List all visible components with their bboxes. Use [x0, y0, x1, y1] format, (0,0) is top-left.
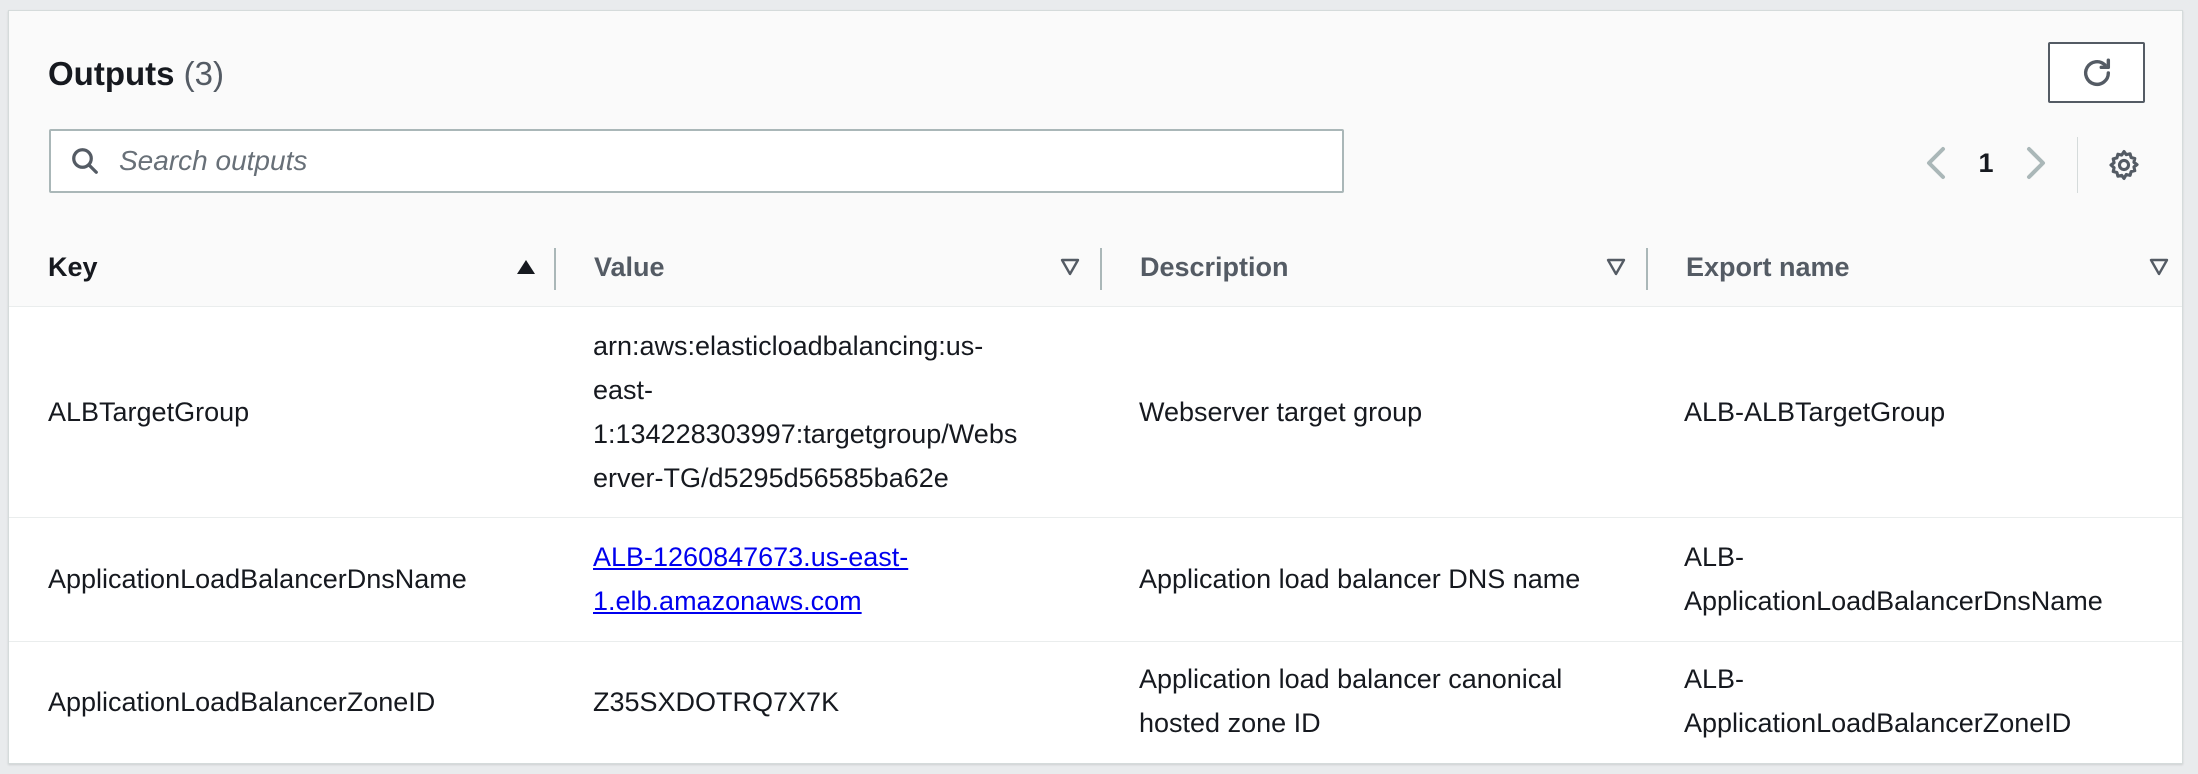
dns-name-link[interactable]: 1.elb.amazonaws.com — [593, 579, 862, 623]
value-text: Z35SXDOTRQ7X7K — [593, 687, 840, 717]
caret-down-outline-icon — [2149, 258, 2169, 276]
caret-down-outline-icon — [1060, 258, 1080, 276]
column-resizer[interactable] — [1100, 248, 1102, 290]
description-text: Application load balancer DNS name — [1139, 564, 1581, 594]
search-field[interactable] — [49, 129, 1344, 193]
export-name-line: ApplicationLoadBalancerZoneID — [1684, 708, 2072, 738]
value-line: erver-TG/d5295d56585ba62e — [593, 463, 949, 493]
pagination: 1 — [1914, 141, 2058, 185]
column-header-export-name[interactable]: Export name — [1686, 228, 2171, 306]
gear-icon — [2109, 149, 2139, 181]
chevron-right-icon — [2027, 147, 2045, 179]
description-line: hosted zone ID — [1139, 708, 1321, 738]
panel-title: Outputs (3) — [48, 55, 224, 93]
key-text: ApplicationLoadBalancerDnsName — [48, 564, 467, 594]
outputs-panel: Outputs (3) 1 — [8, 10, 2183, 764]
cell-description: Webserver target group — [1139, 306, 1422, 517]
key-text: ApplicationLoadBalancerZoneID — [48, 687, 436, 717]
cell-value: ALB-1260847673.us-east- 1.elb.amazonaws.… — [593, 535, 1103, 623]
column-header-label: Description — [1140, 251, 1289, 282]
panel-header: Outputs (3) 1 — [9, 11, 2182, 229]
column-header-key[interactable]: Key — [48, 228, 558, 306]
caret-down-outline-icon — [1606, 258, 1626, 276]
description-line: Application load balancer canonical — [1139, 664, 1563, 694]
value-line: east- — [593, 375, 654, 405]
search-icon — [70, 146, 100, 176]
value-line: arn:aws:elasticloadbalancing:us- — [593, 331, 984, 361]
export-name-line: ALB- — [1684, 664, 1745, 694]
cell-key: ALBTargetGroup — [48, 306, 249, 517]
description-text: Webserver target group — [1139, 396, 1423, 427]
column-header-description[interactable]: Description — [1140, 228, 1648, 306]
refresh-icon — [2083, 58, 2110, 86]
column-resizer[interactable] — [554, 248, 556, 290]
column-header-label: Key — [48, 251, 98, 282]
export-name-line: ALB- — [1684, 542, 1745, 572]
previous-page-button[interactable] — [1914, 141, 1958, 185]
table-row: ApplicationLoadBalancerDnsName ALB-12608… — [9, 517, 2182, 642]
cell-export-name: ALB- ApplicationLoadBalancerZoneID — [1684, 657, 2071, 745]
panel-title-text: Outputs — [48, 55, 175, 92]
cell-value: Z35SXDOTRQ7X7K — [593, 641, 839, 763]
table-row: ApplicationLoadBalancerZoneID Z35SXDOTRQ… — [9, 641, 2182, 763]
table-row: ALBTargetGroup arn:aws:elasticloadbalanc… — [9, 306, 2182, 518]
export-name-text: ALB-ALBTargetGroup — [1684, 396, 1946, 427]
cell-description: Application load balancer DNS name — [1139, 517, 1580, 641]
column-header-value[interactable]: Value — [594, 228, 1102, 306]
cell-description: Application load balancer canonical host… — [1139, 657, 1562, 745]
pager-divider — [2077, 137, 2078, 193]
preferences-button[interactable] — [2104, 145, 2144, 185]
export-name-line: ApplicationLoadBalancerDnsName — [1684, 586, 2103, 616]
column-header-label: Export name — [1686, 251, 1850, 282]
cell-export-name: ALB- ApplicationLoadBalancerDnsName — [1684, 535, 2103, 623]
chevron-left-icon — [1927, 147, 1945, 179]
search-input[interactable] — [117, 132, 1342, 190]
key-text: ALBTargetGroup — [48, 396, 250, 427]
next-page-button[interactable] — [2014, 141, 2058, 185]
caret-up-icon — [517, 260, 535, 274]
column-resizer[interactable] — [1646, 248, 1648, 290]
current-page-number[interactable]: 1 — [1958, 148, 2014, 179]
column-header-label: Value — [594, 251, 665, 282]
cell-value: arn:aws:elasticloadbalancing:us- east- 1… — [593, 324, 1103, 500]
refresh-button[interactable] — [2048, 42, 2145, 103]
table-header: Key Value Description Export name — [9, 228, 2182, 307]
cell-key: ApplicationLoadBalancerDnsName — [48, 517, 467, 641]
output-count: (3) — [183, 55, 224, 92]
cell-key: ApplicationLoadBalancerZoneID — [48, 641, 435, 763]
value-line: 1:134228303997:targetgroup/Webs — [593, 419, 1018, 449]
cell-export-name: ALB-ALBTargetGroup — [1684, 306, 1945, 517]
dns-name-link[interactable]: ALB-1260847673.us-east- — [593, 535, 1103, 579]
